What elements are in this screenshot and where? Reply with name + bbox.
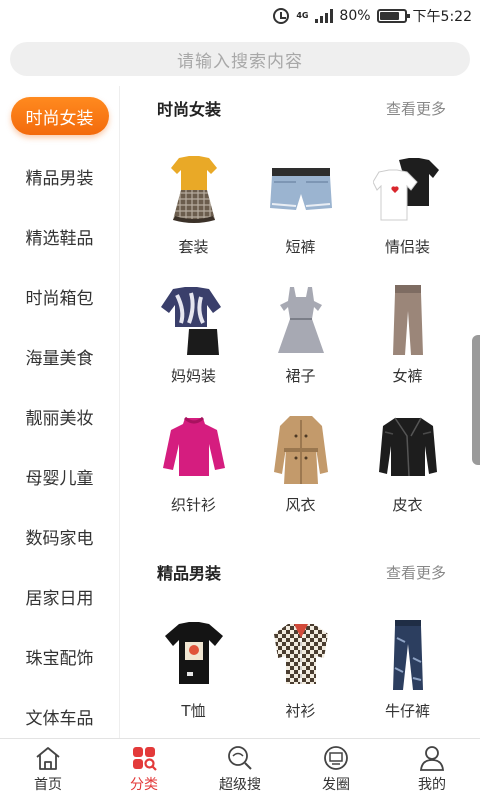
subcategory-item[interactable]: 情侣装 <box>354 130 461 259</box>
tshirt-image <box>164 622 223 684</box>
couple-tshirts-image <box>372 158 439 221</box>
signal-icon <box>315 9 334 23</box>
shirt-image <box>273 624 328 684</box>
category-icon <box>133 747 157 771</box>
shorts-image <box>269 168 332 210</box>
nav-label: 首页 <box>34 777 62 793</box>
sidebar-item-label: 居家日用 <box>25 588 94 609</box>
subcategory-item[interactable]: 裙子 <box>247 259 354 388</box>
sidebar-item-digital[interactable]: 数码家电 <box>0 506 119 566</box>
subcategory-label: 妈妈装 <box>170 367 216 385</box>
sidebar-item-men[interactable]: 精品男装 <box>0 146 119 206</box>
nav-label: 发圈 <box>322 777 350 793</box>
sidebar-item-jewelry[interactable]: 珠宝配饰 <box>0 626 119 686</box>
network-type-icon: 4G <box>296 11 309 20</box>
nav-label: 超级搜 <box>219 777 261 793</box>
nav-category[interactable]: 分类 <box>96 739 192 800</box>
subcategory-item[interactable]: 妈妈装 <box>140 259 247 388</box>
search-input[interactable]: 请输入搜索内容 <box>10 42 470 76</box>
nav-label: 我的 <box>418 777 446 793</box>
sidebar-item-beauty[interactable]: 靓丽美妆 <box>0 386 119 446</box>
subcategory-label: T恤 <box>181 702 206 720</box>
subcategory-label: 裙子 <box>285 367 316 385</box>
nav-profile[interactable]: 我的 <box>384 739 480 800</box>
mom-outfit-image <box>160 287 221 355</box>
subcategory-item[interactable]: 女裤 <box>354 259 461 388</box>
sidebar-item-label: 精选鞋品 <box>25 228 94 249</box>
subcategory-item[interactable]: 风衣 <box>247 388 354 517</box>
women-pants-image <box>392 285 423 355</box>
outfit-set-image <box>170 156 217 223</box>
clock: 下午5:22 <box>412 9 472 25</box>
subcategory-label: 套装 <box>178 238 209 256</box>
subcategory-label: 牛仔裤 <box>384 702 430 720</box>
status-indicators: 4G 80% 下午5:22 <box>273 6 472 26</box>
sidebar-item-home[interactable]: 居家日用 <box>0 566 119 626</box>
sidebar-item-food[interactable]: 海量美食 <box>0 326 119 386</box>
section-header: 精品男装 查看更多 <box>121 550 480 594</box>
nav-super-search[interactable]: 超级搜 <box>192 739 288 800</box>
home-icon <box>36 747 60 770</box>
battery-icon <box>376 9 410 23</box>
trench-coat-image <box>273 416 328 484</box>
dress-image <box>277 287 324 353</box>
section-title: 时尚女装 <box>157 100 222 119</box>
leather-jacket-image <box>378 417 437 477</box>
category-content: 时尚女装 查看更多 套装 短裤 情侣装 妈妈装 裙子 女裤 织针衫 风衣 皮衣 … <box>121 86 480 738</box>
sidebar-item-label: 数码家电 <box>25 528 94 549</box>
sidebar-item-sports[interactable]: 文体车品 <box>0 686 119 738</box>
view-more-link[interactable]: 查看更多 <box>386 98 446 119</box>
nav-home[interactable]: 首页 <box>0 739 96 800</box>
profile-icon <box>420 746 444 771</box>
section-title: 精品男装 <box>157 564 222 583</box>
search-placeholder: 请输入搜索内容 <box>177 51 303 72</box>
nav-share-circle[interactable]: 发圈 <box>288 739 384 800</box>
sidebar-item-label: 珠宝配饰 <box>25 648 94 669</box>
battery-percent: 80% <box>339 8 371 24</box>
subcategory-label: 织针衫 <box>170 496 216 514</box>
category-sidebar: 时尚女装 精品男装 精选鞋品 时尚箱包 海量美食 靓丽美妆 母婴儿童 数码家电 … <box>0 86 120 738</box>
subcategory-item[interactable]: 套装 <box>140 130 247 259</box>
sidebar-item-label: 海量美食 <box>25 348 94 369</box>
sidebar-item-label: 文体车品 <box>25 708 94 729</box>
status-bar: 4G 80% 下午5:22 <box>0 0 480 32</box>
sidebar-item-label: 时尚箱包 <box>25 288 94 309</box>
subcategory-label: 衬衫 <box>285 702 316 720</box>
alarm-icon <box>273 8 290 24</box>
knit-sweater-image <box>162 416 225 476</box>
subcategory-item[interactable]: 衬衫 <box>247 594 354 723</box>
sidebar-item-bags[interactable]: 时尚箱包 <box>0 266 119 326</box>
subcategory-item[interactable]: 牛仔裤 <box>354 594 461 723</box>
jeans-image <box>392 620 423 690</box>
bottom-nav: 首页 分类 超级搜 发圈 我的 <box>0 738 480 800</box>
sidebar-item-label: 母婴儿童 <box>25 468 94 489</box>
subcategory-label: 短裤 <box>285 238 316 256</box>
sidebar-item-label: 靓丽美妆 <box>25 408 94 429</box>
subcategory-item[interactable]: 皮衣 <box>354 388 461 517</box>
subcategory-grid: 套装 短裤 情侣装 妈妈装 裙子 女裤 织针衫 风衣 皮衣 <box>121 130 480 517</box>
subcategory-label: 风衣 <box>285 496 316 514</box>
subcategory-label: 皮衣 <box>392 496 423 514</box>
subcategory-label: 情侣装 <box>384 238 430 256</box>
subcategory-item[interactable]: 短裤 <box>247 130 354 259</box>
sidebar-item-baby[interactable]: 母婴儿童 <box>0 446 119 506</box>
sidebar-item-label: 时尚女装 <box>10 97 109 135</box>
super-search-icon <box>228 746 252 770</box>
subcategory-grid: T恤 衬衫 牛仔裤 <box>121 594 480 723</box>
share-circle-icon <box>324 746 348 770</box>
sidebar-item-label: 精品男装 <box>25 168 94 189</box>
view-more-link[interactable]: 查看更多 <box>386 562 446 583</box>
scroll-handle[interactable] <box>472 335 480 465</box>
subcategory-item[interactable]: T恤 <box>140 594 247 723</box>
subcategory-label: 女裤 <box>392 367 423 385</box>
section-header: 时尚女装 查看更多 <box>121 86 480 130</box>
nav-label: 分类 <box>130 777 158 793</box>
sidebar-item-shoes[interactable]: 精选鞋品 <box>0 206 119 266</box>
sidebar-item-women[interactable]: 时尚女装 <box>0 86 119 146</box>
subcategory-item[interactable]: 织针衫 <box>140 388 247 517</box>
